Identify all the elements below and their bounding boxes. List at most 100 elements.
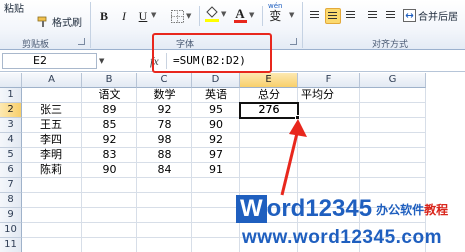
cell-b7[interactable] (82, 178, 137, 193)
cell-c10[interactable] (137, 223, 192, 238)
cell-g5[interactable] (360, 148, 426, 163)
phonetic-dropdown-icon[interactable]: ▼ (289, 11, 294, 19)
data-cell-math[interactable]: 98 (137, 133, 192, 148)
align-center-button[interactable] (325, 8, 341, 24)
data-cell-english[interactable]: 91 (192, 163, 240, 178)
select-all-corner[interactable] (0, 73, 22, 88)
data-cell-chinese[interactable]: 92 (82, 133, 137, 148)
header-cell-f[interactable]: 平均分 (298, 88, 360, 103)
align-right-button[interactable] (343, 8, 359, 24)
column-header-a[interactable]: A (22, 73, 82, 88)
column-header-f[interactable]: F (298, 73, 360, 88)
cell-f2[interactable] (298, 103, 360, 118)
row-header-6[interactable]: 6 (0, 163, 22, 178)
border-button[interactable]: ▼ (170, 9, 191, 23)
cell-b8[interactable] (82, 193, 137, 208)
name-box-dropdown-icon[interactable]: ▼ (99, 57, 104, 65)
data-cell-english[interactable]: 97 (192, 148, 240, 163)
paste-label: 粘贴 (4, 4, 24, 15)
font-color-dropdown-icon: ▼ (249, 11, 255, 19)
data-cell-chinese[interactable]: 83 (82, 148, 137, 163)
cell-d11[interactable] (192, 238, 240, 252)
data-cell-english[interactable]: 90 (192, 118, 240, 133)
watermark-tagline: 办公软件 (376, 202, 425, 217)
row-header-2[interactable]: 2 (0, 103, 22, 118)
cell-d8[interactable] (192, 193, 240, 208)
header-cell-c[interactable]: 数学 (137, 88, 192, 103)
cell-g1[interactable] (360, 88, 426, 103)
cell-a11[interactable] (22, 238, 82, 252)
underline-button[interactable]: U (135, 8, 151, 24)
data-cell-english[interactable]: 92 (192, 133, 240, 148)
row-header-10[interactable]: 10 (0, 223, 22, 238)
row-header-7[interactable]: 7 (0, 178, 22, 193)
bold-button[interactable]: B (96, 8, 112, 24)
data-cell-math[interactable]: 78 (137, 118, 192, 133)
data-cell-math[interactable]: 88 (137, 148, 192, 163)
cell-g3[interactable] (360, 118, 426, 133)
column-header-g[interactable]: G (360, 73, 426, 88)
header-cell-b[interactable]: 语文 (82, 88, 137, 103)
fill-color-button[interactable]: ▼ (205, 6, 226, 22)
cell-g7[interactable] (360, 178, 426, 193)
align-right-icon (346, 11, 355, 20)
decrease-indent-button[interactable] (365, 8, 381, 24)
column-header-e[interactable]: E (240, 73, 298, 88)
paste-button[interactable]: 粘贴 (4, 0, 24, 15)
cell-c9[interactable] (137, 208, 192, 223)
decrease-indent-icon (368, 11, 377, 20)
cell-b9[interactable] (82, 208, 137, 223)
data-cell-english[interactable]: 95 (192, 103, 240, 118)
data-cell-math[interactable]: 92 (137, 103, 192, 118)
underline-dropdown-icon[interactable]: ▼ (151, 11, 156, 19)
cell-d10[interactable] (192, 223, 240, 238)
cell-a1[interactable] (22, 88, 82, 103)
row-header-9[interactable]: 9 (0, 208, 22, 223)
cell-a10[interactable] (22, 223, 82, 238)
data-cell-name[interactable]: 张三 (22, 103, 82, 118)
data-cell-chinese[interactable]: 85 (82, 118, 137, 133)
data-cell-name[interactable]: 李四 (22, 133, 82, 148)
format-painter-icon (36, 15, 50, 29)
cell-b11[interactable] (82, 238, 137, 252)
cell-g6[interactable] (360, 163, 426, 178)
cell-c8[interactable] (137, 193, 192, 208)
data-cell-name[interactable]: 李明 (22, 148, 82, 163)
row-header-5[interactable]: 5 (0, 148, 22, 163)
italic-button[interactable]: I (116, 8, 132, 24)
cell-g2[interactable] (360, 103, 426, 118)
header-cell-d[interactable]: 英语 (192, 88, 240, 103)
data-cell-name[interactable]: 王五 (22, 118, 82, 133)
row-header-1[interactable]: 1 (0, 88, 22, 103)
cell-b10[interactable] (82, 223, 137, 238)
name-box[interactable]: E2 (2, 53, 97, 69)
data-cell-chinese[interactable]: 90 (82, 163, 137, 178)
row-header-4[interactable]: 4 (0, 133, 22, 148)
data-cell-name[interactable]: 陈莉 (22, 163, 82, 178)
merge-center-button[interactable]: 合并后居 (402, 8, 458, 23)
row-header-3[interactable]: 3 (0, 118, 22, 133)
format-painter-button[interactable]: 格式刷 (36, 14, 82, 29)
cell-c7[interactable] (137, 178, 192, 193)
row-header-11[interactable]: 11 (0, 238, 22, 252)
data-cell-chinese[interactable]: 89 (82, 103, 137, 118)
clipboard-launcher-icon[interactable] (78, 38, 85, 45)
cell-d9[interactable] (192, 208, 240, 223)
column-header-c[interactable]: C (137, 73, 192, 88)
cell-d7[interactable] (192, 178, 240, 193)
cell-a7[interactable] (22, 178, 82, 193)
header-cell-e[interactable]: 总分 (240, 88, 298, 103)
increase-indent-button[interactable] (383, 8, 399, 24)
data-cell-math[interactable]: 84 (137, 163, 192, 178)
font-launcher-icon[interactable] (290, 38, 297, 45)
font-color-button[interactable]: A ▼ (233, 6, 254, 24)
column-header-b[interactable]: B (82, 73, 137, 88)
row-header-8[interactable]: 8 (0, 193, 22, 208)
cell-a8[interactable] (22, 193, 82, 208)
column-header-d[interactable]: D (192, 73, 240, 88)
align-left-button[interactable] (307, 8, 323, 24)
cell-g4[interactable] (360, 133, 426, 148)
phonetic-button[interactable]: wén 变 (268, 2, 282, 22)
cell-a9[interactable] (22, 208, 82, 223)
cell-c11[interactable] (137, 238, 192, 252)
